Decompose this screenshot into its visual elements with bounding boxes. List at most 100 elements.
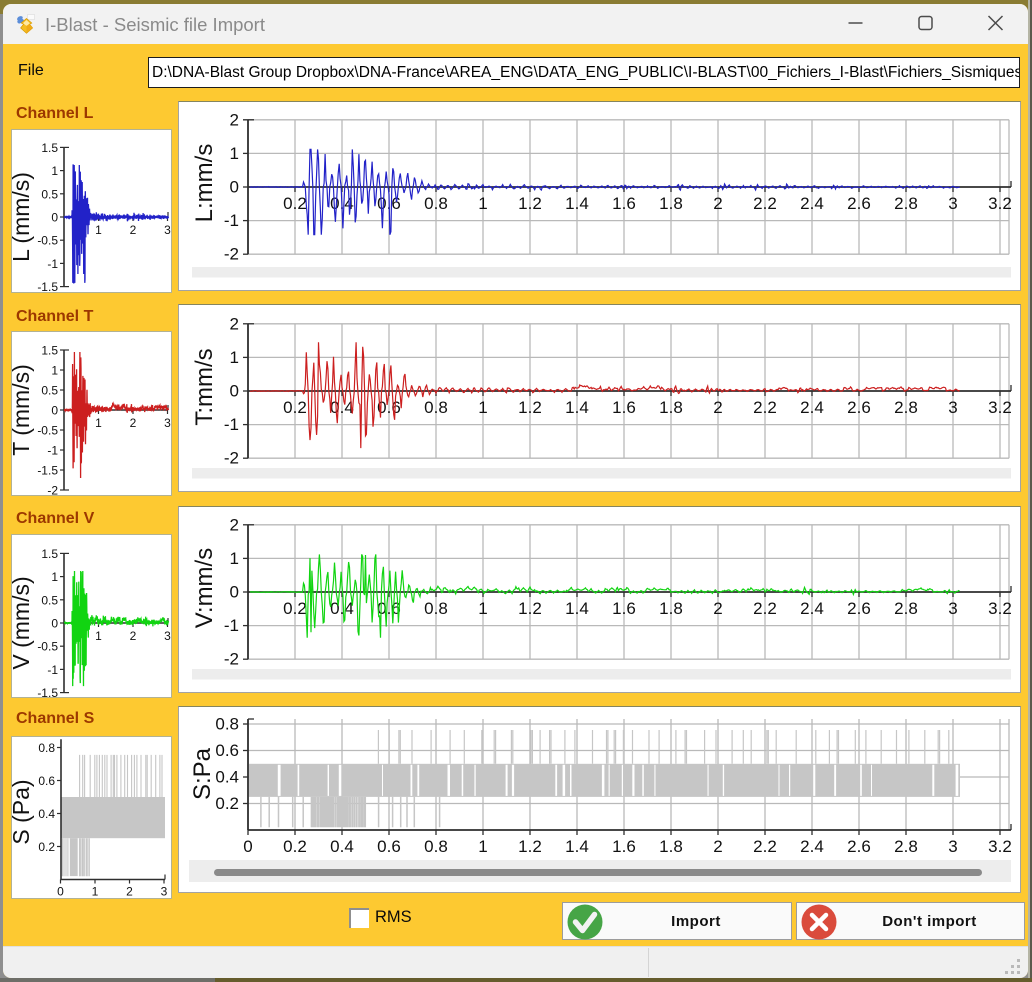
svg-text:1.8: 1.8 xyxy=(659,398,683,417)
svg-text:2.2: 2.2 xyxy=(753,398,777,417)
svg-text:2.6: 2.6 xyxy=(847,194,871,213)
svg-text:3.2: 3.2 xyxy=(988,599,1012,618)
svg-text:1: 1 xyxy=(478,599,487,618)
svg-text:3.2: 3.2 xyxy=(988,837,1012,856)
svg-text:S:Pa: S:Pa xyxy=(189,747,216,800)
svg-text:2.8: 2.8 xyxy=(894,599,918,618)
svg-text:1: 1 xyxy=(95,223,102,237)
svg-text:2.4: 2.4 xyxy=(800,194,824,213)
svg-text:1.6: 1.6 xyxy=(612,837,636,856)
svg-text:1: 1 xyxy=(478,194,487,213)
svg-text:0: 0 xyxy=(230,583,239,602)
svg-text:1.6: 1.6 xyxy=(612,599,636,618)
svg-text:0.4: 0.4 xyxy=(330,398,354,417)
svg-text:1: 1 xyxy=(230,144,239,163)
svg-text:3: 3 xyxy=(164,223,171,237)
svg-text:0.6: 0.6 xyxy=(377,837,401,856)
svg-text:-1: -1 xyxy=(224,211,239,230)
svg-text:2.2: 2.2 xyxy=(753,599,777,618)
svg-text:0: 0 xyxy=(243,837,252,856)
svg-text:2: 2 xyxy=(713,837,722,856)
svg-text:-1.5: -1.5 xyxy=(37,464,58,478)
svg-text:1.6: 1.6 xyxy=(612,194,636,213)
svg-text:1.2: 1.2 xyxy=(518,194,542,213)
svg-text:2: 2 xyxy=(713,194,722,213)
svg-text:2.2: 2.2 xyxy=(753,837,777,856)
svg-text:1.5: 1.5 xyxy=(41,141,58,155)
svg-text:0.6: 0.6 xyxy=(215,741,239,760)
svg-text:0.2: 0.2 xyxy=(215,794,239,813)
svg-text:-0.5: -0.5 xyxy=(37,640,58,654)
svg-text:3.2: 3.2 xyxy=(988,398,1012,417)
svg-text:1.2: 1.2 xyxy=(518,837,542,856)
svg-text:3: 3 xyxy=(161,885,168,899)
svg-text:1.4: 1.4 xyxy=(565,599,589,618)
svg-text:-1.5: -1.5 xyxy=(37,280,58,292)
svg-text:2.6: 2.6 xyxy=(847,398,871,417)
svg-text:2.8: 2.8 xyxy=(894,837,918,856)
svg-text:0.8: 0.8 xyxy=(424,398,448,417)
svg-text:2: 2 xyxy=(713,398,722,417)
svg-text:L:mm/s: L:mm/s xyxy=(191,144,218,223)
svg-text:1.4: 1.4 xyxy=(565,398,589,417)
svg-text:L (mm/s): L (mm/s) xyxy=(12,172,34,262)
svg-text:0.2: 0.2 xyxy=(283,398,307,417)
svg-text:2: 2 xyxy=(230,110,239,129)
svg-text:-1: -1 xyxy=(47,257,58,271)
svg-text:2: 2 xyxy=(230,515,239,534)
svg-text:0.8: 0.8 xyxy=(215,715,239,734)
svg-text:-1: -1 xyxy=(224,415,239,434)
svg-text:-2: -2 xyxy=(224,245,239,264)
svg-text:0: 0 xyxy=(51,211,58,225)
svg-text:3: 3 xyxy=(948,194,957,213)
svg-text:0: 0 xyxy=(51,617,58,631)
svg-text:V:mm/s: V:mm/s xyxy=(191,548,218,628)
svg-text:1: 1 xyxy=(51,364,58,378)
svg-text:0.5: 0.5 xyxy=(41,187,58,201)
svg-text:3: 3 xyxy=(164,416,171,430)
svg-text:V (mm/s): V (mm/s) xyxy=(12,576,34,669)
svg-text:0: 0 xyxy=(230,178,239,197)
svg-text:1: 1 xyxy=(478,398,487,417)
svg-text:-0.5: -0.5 xyxy=(37,424,58,438)
svg-text:1: 1 xyxy=(92,885,99,899)
svg-text:3: 3 xyxy=(164,629,171,643)
svg-text:0.4: 0.4 xyxy=(38,807,55,821)
svg-text:2: 2 xyxy=(126,885,133,899)
svg-text:1: 1 xyxy=(230,549,239,568)
svg-text:0.8: 0.8 xyxy=(424,837,448,856)
svg-text:3: 3 xyxy=(948,599,957,618)
svg-text:0: 0 xyxy=(51,404,58,418)
svg-text:3: 3 xyxy=(948,837,957,856)
svg-text:0.5: 0.5 xyxy=(41,593,58,607)
svg-text:0.4: 0.4 xyxy=(330,599,354,618)
svg-text:1.5: 1.5 xyxy=(41,547,58,561)
svg-text:2: 2 xyxy=(130,416,137,430)
svg-text:2.2: 2.2 xyxy=(753,194,777,213)
svg-text:1.4: 1.4 xyxy=(565,194,589,213)
svg-text:3: 3 xyxy=(948,398,957,417)
svg-text:0.6: 0.6 xyxy=(38,774,55,788)
svg-text:1.6: 1.6 xyxy=(612,398,636,417)
svg-text:T:mm/s: T:mm/s xyxy=(191,348,218,425)
svg-text:0.2: 0.2 xyxy=(38,840,55,854)
svg-text:1.8: 1.8 xyxy=(659,194,683,213)
svg-text:1: 1 xyxy=(51,570,58,584)
svg-text:2.6: 2.6 xyxy=(847,837,871,856)
svg-text:0.8: 0.8 xyxy=(424,194,448,213)
svg-text:3.2: 3.2 xyxy=(988,194,1012,213)
svg-text:1.8: 1.8 xyxy=(659,599,683,618)
svg-text:0: 0 xyxy=(57,885,64,899)
svg-text:2.4: 2.4 xyxy=(800,837,824,856)
svg-text:0.5: 0.5 xyxy=(41,384,58,398)
svg-text:-2: -2 xyxy=(47,484,58,496)
svg-text:0.4: 0.4 xyxy=(330,837,354,856)
svg-text:2.4: 2.4 xyxy=(800,599,824,618)
svg-text:S (Pa): S (Pa) xyxy=(12,779,34,844)
svg-text:0.2: 0.2 xyxy=(283,194,307,213)
svg-text:0.2: 0.2 xyxy=(283,599,307,618)
svg-text:1.4: 1.4 xyxy=(565,837,589,856)
svg-text:1: 1 xyxy=(51,164,58,178)
svg-text:-1.5: -1.5 xyxy=(37,686,58,697)
svg-text:0.4: 0.4 xyxy=(215,768,239,787)
